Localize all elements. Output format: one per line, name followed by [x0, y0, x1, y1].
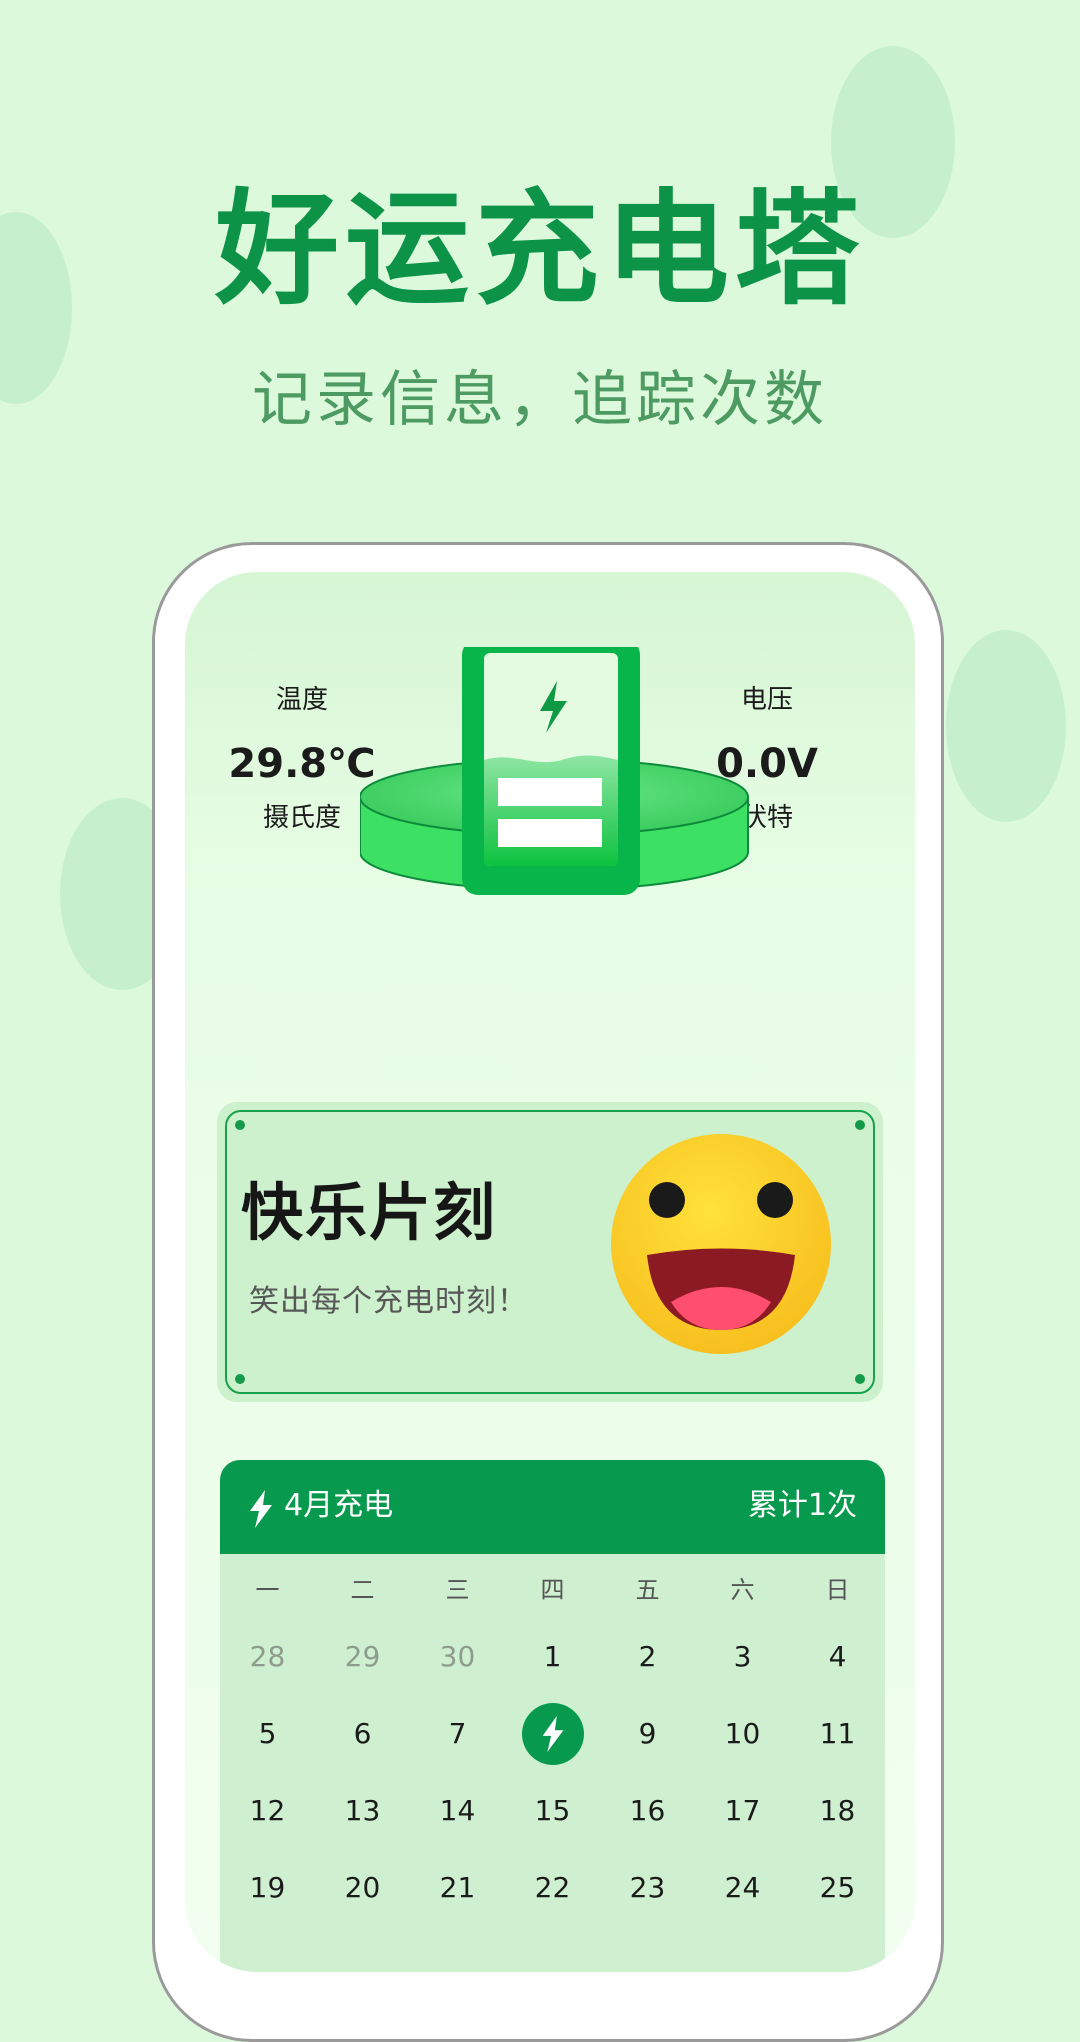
- temperature-unit: 摄氏度: [262, 803, 341, 833]
- calendar-day[interactable]: 5: [220, 1695, 315, 1772]
- app-title: 好运充电塔: [214, 178, 865, 322]
- smiley-icon: [611, 1134, 831, 1354]
- calendar-day[interactable]: 4: [790, 1618, 885, 1695]
- card-title: 快乐片刻: [241, 1176, 498, 1249]
- phone-screen: 温度 29.8℃ 摄氏度 电压 0.0V 伏特 快乐片刻 笑出每个充电时刻！ 4…: [185, 572, 915, 1972]
- calendar-day[interactable]: 2: [600, 1618, 695, 1695]
- calendar-day[interactable]: 7: [410, 1695, 505, 1772]
- calendar-header: 4月充电 累计1次: [220, 1460, 885, 1554]
- app-subtitle: 记录信息，追踪次数: [252, 365, 828, 435]
- calendar-day[interactable]: 24: [695, 1849, 790, 1926]
- bolt-icon: [250, 1490, 272, 1528]
- calendar-day[interactable]: 14: [410, 1772, 505, 1849]
- weekday-label: 一: [255, 1576, 280, 1604]
- calendar-day[interactable]: 9: [600, 1695, 695, 1772]
- calendar-day[interactable]: 1: [505, 1618, 600, 1695]
- calendar-day[interactable]: 21: [410, 1849, 505, 1926]
- calendar-day[interactable]: 30: [410, 1618, 505, 1695]
- card-rivet: [235, 1374, 245, 1384]
- bg-blob: [946, 630, 1066, 822]
- calendar-day[interactable]: 28: [220, 1618, 315, 1695]
- card-rivet: [855, 1374, 865, 1384]
- calendar-day[interactable]: 22: [505, 1849, 600, 1926]
- weekday-label: 五: [635, 1576, 660, 1604]
- calendar-day[interactable]: 10: [695, 1695, 790, 1772]
- calendar-day[interactable]: 6: [315, 1695, 410, 1772]
- weekday-row: 一二三四五六日: [220, 1570, 885, 1610]
- weekday-label: 三: [445, 1576, 470, 1604]
- calendar-day[interactable]: 11: [790, 1695, 885, 1772]
- calendar-day[interactable]: 18: [790, 1772, 885, 1849]
- temperature-value: 29.8℃: [228, 741, 376, 787]
- calendar-day[interactable]: 20: [315, 1849, 410, 1926]
- weekday-label: 六: [730, 1576, 755, 1604]
- calendar-month: 4月充电: [284, 1488, 394, 1523]
- charged-bolt-icon: [521, 1702, 584, 1765]
- weekday-label: 日: [825, 1576, 850, 1604]
- weekday-label: 四: [540, 1576, 565, 1604]
- calendar-day[interactable]: 19: [220, 1849, 315, 1926]
- calendar-day[interactable]: 15: [505, 1772, 600, 1849]
- card-rivet: [855, 1120, 865, 1130]
- calendar-day[interactable]: 13: [315, 1772, 410, 1849]
- weekday-label: 二: [350, 1576, 375, 1604]
- calendar-day[interactable]: 16: [600, 1772, 695, 1849]
- temperature-stat: 温度 29.8℃ 摄氏度: [222, 682, 382, 836]
- calendar-day[interactable]: 17: [695, 1772, 790, 1849]
- temperature-label: 温度: [275, 685, 328, 715]
- card-rivet: [235, 1120, 245, 1130]
- charging-calendar: 4月充电 累计1次 一二三四五六日 28 29 30 1 2 3 4 5 6 7 9 10 11 12 13…: [220, 1460, 885, 1972]
- calendar-total: 累计1次: [747, 1488, 857, 1523]
- card-subtitle: 笑出每个充电时刻！: [249, 1284, 528, 1319]
- calendar-grid: 28 29 30 1 2 3 4 5 6 7 9 10 11 12 13 14 15 16 17 18 19 20 21 22…: [220, 1618, 885, 1926]
- calendar-day[interactable]: 25: [790, 1849, 885, 1926]
- calendar-day[interactable]: 3: [695, 1618, 790, 1695]
- calendar-day-charged[interactable]: [505, 1695, 600, 1772]
- calendar-day[interactable]: 29: [315, 1618, 410, 1695]
- battery-icon: [360, 647, 749, 895]
- happy-moment-card[interactable]: 快乐片刻 笑出每个充电时刻！: [217, 1102, 883, 1402]
- calendar-day[interactable]: 23: [600, 1849, 695, 1926]
- calendar-day[interactable]: 12: [220, 1772, 315, 1849]
